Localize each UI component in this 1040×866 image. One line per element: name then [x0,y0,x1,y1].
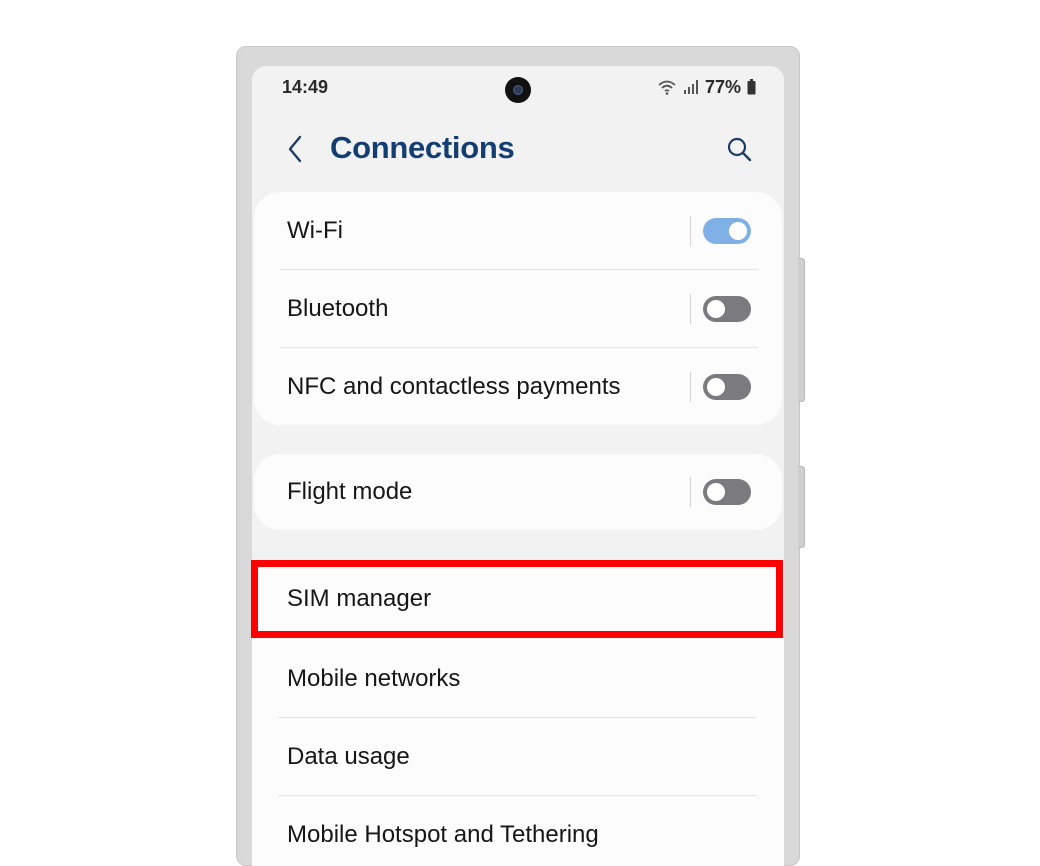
data-usage-item[interactable]: Data usage [252,718,784,796]
sim-manager-item[interactable]: SIM manager [252,560,784,638]
flight-mode-label: Flight mode [287,478,413,505]
mobile-networks-item[interactable]: Mobile networks [252,640,784,718]
settings-list: SIM manager Mobile networks Data usage M… [252,560,784,866]
bluetooth-toggle[interactable] [703,296,751,322]
bluetooth-row[interactable]: Bluetooth [254,270,782,348]
separator [690,216,691,246]
search-icon[interactable] [726,136,752,162]
wifi-label: Wi-Fi [287,217,343,244]
nfc-label: NFC and contactless payments [287,373,621,400]
connectivity-card: Wi-Fi Bluetooth NFC and contactless paym… [254,192,782,425]
separator [690,294,691,324]
flight-mode-card: Flight mode [254,454,782,530]
data-usage-label: Data usage [287,743,410,770]
flight-mode-toggle[interactable] [703,479,751,505]
wifi-row[interactable]: Wi-Fi [254,192,782,270]
phone-screen: 14:49 77% Connections Wi-Fi Bluetooth NF… [252,66,784,866]
wifi-icon [658,80,676,95]
side-button [798,258,805,402]
signal-icon [683,80,698,94]
status-time: 14:49 [282,77,329,97]
chevron-left-icon[interactable] [284,134,308,164]
battery-percentage: 77% [704,76,741,97]
wifi-toggle[interactable] [703,218,751,244]
front-camera-icon [505,77,531,103]
battery-icon [747,79,756,95]
status-icons: 77% [657,77,756,97]
sim-manager-label: SIM manager [287,585,432,612]
hotspot-tethering-item[interactable]: Mobile Hotspot and Tethering [252,796,784,866]
nfc-toggle[interactable] [703,374,751,400]
mobile-networks-label: Mobile networks [287,665,461,692]
hotspot-tethering-label: Mobile Hotspot and Tethering [287,821,599,848]
page-header: Connections [252,118,784,178]
flight-mode-row[interactable]: Flight mode [254,454,782,530]
side-button [798,466,805,548]
bluetooth-label: Bluetooth [287,295,389,322]
separator [690,372,691,402]
nfc-row[interactable]: NFC and contactless payments [254,348,782,426]
separator [690,477,691,507]
page-title: Connections [330,130,515,165]
status-bar: 14:49 77% [252,66,784,108]
